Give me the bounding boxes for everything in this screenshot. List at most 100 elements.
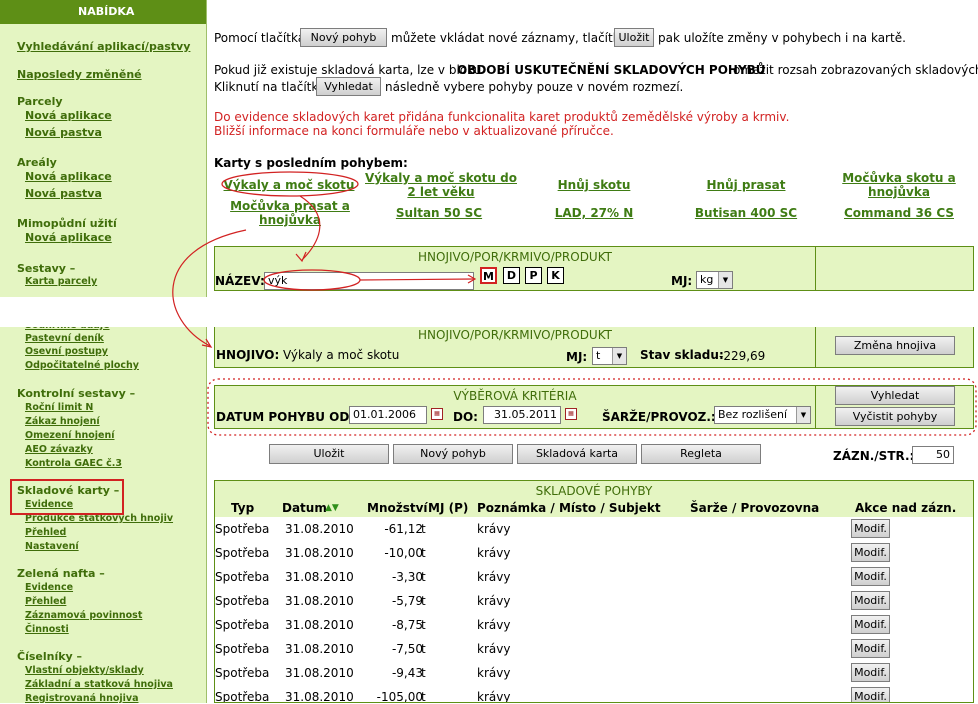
- nav-registrovana-hnojiva[interactable]: Registrovaná hnojiva: [25, 693, 138, 704]
- modify-button[interactable]: Modif.: [851, 591, 890, 610]
- cell-poznamka: krávy: [477, 666, 511, 680]
- modify-button[interactable]: Modif.: [851, 519, 890, 538]
- column-header[interactable]: Akce nad zázn.: [855, 501, 956, 515]
- name-input[interactable]: výk: [264, 272, 474, 290]
- nav-zn-zaznamova[interactable]: Záznamová povinnost: [25, 610, 142, 621]
- recent-card-link[interactable]: Hnůj skotu: [538, 178, 650, 192]
- modify-button[interactable]: Modif.: [851, 687, 890, 702]
- sort-icon[interactable]: ▲▼: [325, 503, 339, 513]
- table-row: Spotřeba 31.08.2010 -5,79 t krávy Modif.: [215, 589, 973, 613]
- column-header[interactable]: MJ (P): [428, 501, 468, 515]
- cell-mj: t: [421, 618, 426, 632]
- column-header[interactable]: Množství: [367, 501, 428, 515]
- cell-typ: Spotřeba: [215, 690, 270, 703]
- nav-zakaz-hnojeni[interactable]: Zákaz hnojení: [25, 416, 100, 427]
- mj-value: t: [596, 349, 601, 362]
- cell-poznamka: krávy: [477, 522, 511, 536]
- nav-odpocitatelne-plochy[interactable]: Odpočitatelné plochy: [25, 360, 139, 371]
- nav-arealy-nova-pastva[interactable]: Nová pastva: [25, 187, 102, 200]
- nav-mimopudni-nova-aplikace[interactable]: Nová aplikace: [25, 231, 112, 244]
- nav-naposledy[interactable]: Naposledy změněné: [17, 68, 142, 81]
- mj-select[interactable]: t ▼: [592, 347, 627, 365]
- cell-mnozstvi: -3,30: [391, 570, 423, 584]
- nav-group-parcely: Parcely: [17, 95, 63, 108]
- cell-datum: 31.08.2010: [285, 642, 354, 656]
- nav-pastevni-denik[interactable]: Pastevní deník: [25, 333, 104, 344]
- cell-typ: Spotřeba: [215, 666, 270, 680]
- modify-button[interactable]: Modif.: [851, 543, 890, 562]
- intro-novy-pohyb-button[interactable]: Nový pohyb: [300, 28, 387, 47]
- calendar-icon[interactable]: ▦: [431, 408, 443, 420]
- regleta-button[interactable]: Regleta: [641, 444, 761, 464]
- modify-button[interactable]: Modif.: [851, 663, 890, 682]
- recent-card-link[interactable]: LAD, 27% N: [538, 206, 650, 220]
- datum-od-input[interactable]: 01.01.2006: [349, 406, 427, 424]
- intro-vyhledat-button[interactable]: Vyhledat: [316, 77, 381, 96]
- nav-group-kontrolni[interactable]: Kontrolní sestavy –: [17, 387, 135, 400]
- vyhledat-button[interactable]: Vyhledat: [835, 386, 955, 405]
- cell-typ: Spotřeba: [215, 642, 270, 656]
- modify-button[interactable]: Modif.: [851, 615, 890, 634]
- nav-arealy-nova-aplikace[interactable]: Nová aplikace: [25, 170, 112, 183]
- nav-aeo-zavazky[interactable]: AEO závazky: [25, 444, 93, 455]
- nav-omezeni-hnojeni[interactable]: Omezení hnojení: [25, 430, 115, 441]
- sarze-select[interactable]: Bez rozlišení ▼: [714, 406, 811, 424]
- nav-kontrola-gaec[interactable]: Kontrola GAEC č.3: [25, 458, 122, 469]
- nav-group-ciselniky[interactable]: Číselníky –: [17, 650, 82, 663]
- recent-card-link[interactable]: Výkaly a moč skotu: [223, 178, 355, 192]
- intro-ulozit-button[interactable]: Uložit: [614, 28, 654, 47]
- recent-card-link[interactable]: Hnůj prasat: [686, 178, 806, 192]
- cell-typ: Spotřeba: [215, 546, 270, 560]
- table-row: Spotřeba 31.08.2010 -8,75 t krávy Modif.: [215, 613, 973, 637]
- intro-text: omezit rozsah zobrazovaných skladových p…: [733, 63, 978, 77]
- ulozit-button[interactable]: Uložit: [269, 444, 389, 464]
- nav-parcely-nova-aplikace[interactable]: Nová aplikace: [25, 109, 112, 122]
- column-header[interactable]: Šarže / Provozovna: [690, 501, 819, 515]
- chevron-down-icon: ▼: [718, 272, 732, 288]
- nav-rocni-limit[interactable]: Roční limit N: [25, 402, 93, 413]
- recent-card-link[interactable]: Butisan 400 SC: [686, 206, 806, 220]
- search-d-button[interactable]: D: [503, 267, 520, 284]
- intro-text: Pomocí tlačítka: [214, 31, 306, 45]
- vycistit-pohyby-button[interactable]: Vyčistit pohyby: [835, 407, 955, 426]
- cell-mnozstvi: -9,43: [391, 666, 423, 680]
- recent-card-link[interactable]: Močůvka skotu a hnojůvka: [834, 171, 964, 199]
- recent-card-link[interactable]: Výkaly a moč skotu do 2 let věku: [360, 171, 522, 199]
- nav-zn-cinnosti[interactable]: Činnosti: [25, 624, 69, 635]
- mj-select[interactable]: kg ▼: [696, 271, 733, 289]
- table-body: Spotřeba 31.08.2010 -61,12 t krávy Modif. Spot…: [215, 517, 973, 703]
- search-k-button[interactable]: K: [547, 267, 564, 284]
- nav-zn-prehled[interactable]: Přehled: [25, 596, 66, 607]
- panel-divider: [815, 247, 816, 290]
- nav-osevni-postupy[interactable]: Osevní postupy: [25, 346, 108, 357]
- recent-card-link[interactable]: Command 36 CS: [834, 206, 964, 220]
- cell-datum: 31.08.2010: [285, 570, 354, 584]
- search-p-button[interactable]: P: [525, 267, 542, 284]
- nav-zn-evidence[interactable]: Evidence: [25, 582, 73, 593]
- novy-pohyb-button[interactable]: Nový pohyb: [393, 444, 513, 464]
- nav-parcely-nova-pastva[interactable]: Nová pastva: [25, 126, 102, 139]
- nav-skladove-prehled[interactable]: Přehled: [25, 527, 66, 538]
- column-header[interactable]: Poznámka / Místo / Subjekt: [477, 501, 661, 515]
- column-header[interactable]: Datum: [282, 501, 327, 515]
- nav-group-sestavy[interactable]: Sestavy –: [17, 262, 75, 275]
- recent-card-link[interactable]: Močůvka prasat a hnojůvka: [223, 199, 357, 227]
- modify-button[interactable]: Modif.: [851, 567, 890, 586]
- nav-karta-parcely[interactable]: Karta parcely: [25, 276, 97, 287]
- zmena-hnojiva-button[interactable]: Změna hnojiva: [835, 336, 955, 355]
- column-header[interactable]: Typ: [231, 501, 254, 515]
- modify-button[interactable]: Modif.: [851, 639, 890, 658]
- zaznamu-na-stranu-input[interactable]: 50: [912, 446, 954, 464]
- nav-zakladni-hnojiva[interactable]: Základní a statková hnojiva: [25, 679, 173, 690]
- sarze-label: ŠARŽE/PROVOZ.:: [602, 410, 716, 424]
- skladova-karta-button[interactable]: Skladová karta: [517, 444, 637, 464]
- datum-do-input[interactable]: 31.05.2011: [483, 406, 561, 424]
- calendar-icon[interactable]: ▦: [565, 408, 577, 420]
- nav-nastaveni[interactable]: Nastavení: [25, 541, 79, 552]
- recent-card-link[interactable]: Sultan 50 SC: [384, 206, 494, 220]
- panel-title: VÝBĚROVÁ KRITÉRIA: [453, 389, 577, 403]
- nav-vyhledavani[interactable]: Vyhledávání aplikací/pastvy: [17, 40, 190, 53]
- nav-vlastni-objekty[interactable]: Vlastní objekty/sklady: [25, 665, 144, 676]
- nav-group-zelena-nafta[interactable]: Zelená nafta –: [17, 567, 105, 580]
- search-m-button[interactable]: M: [480, 267, 497, 284]
